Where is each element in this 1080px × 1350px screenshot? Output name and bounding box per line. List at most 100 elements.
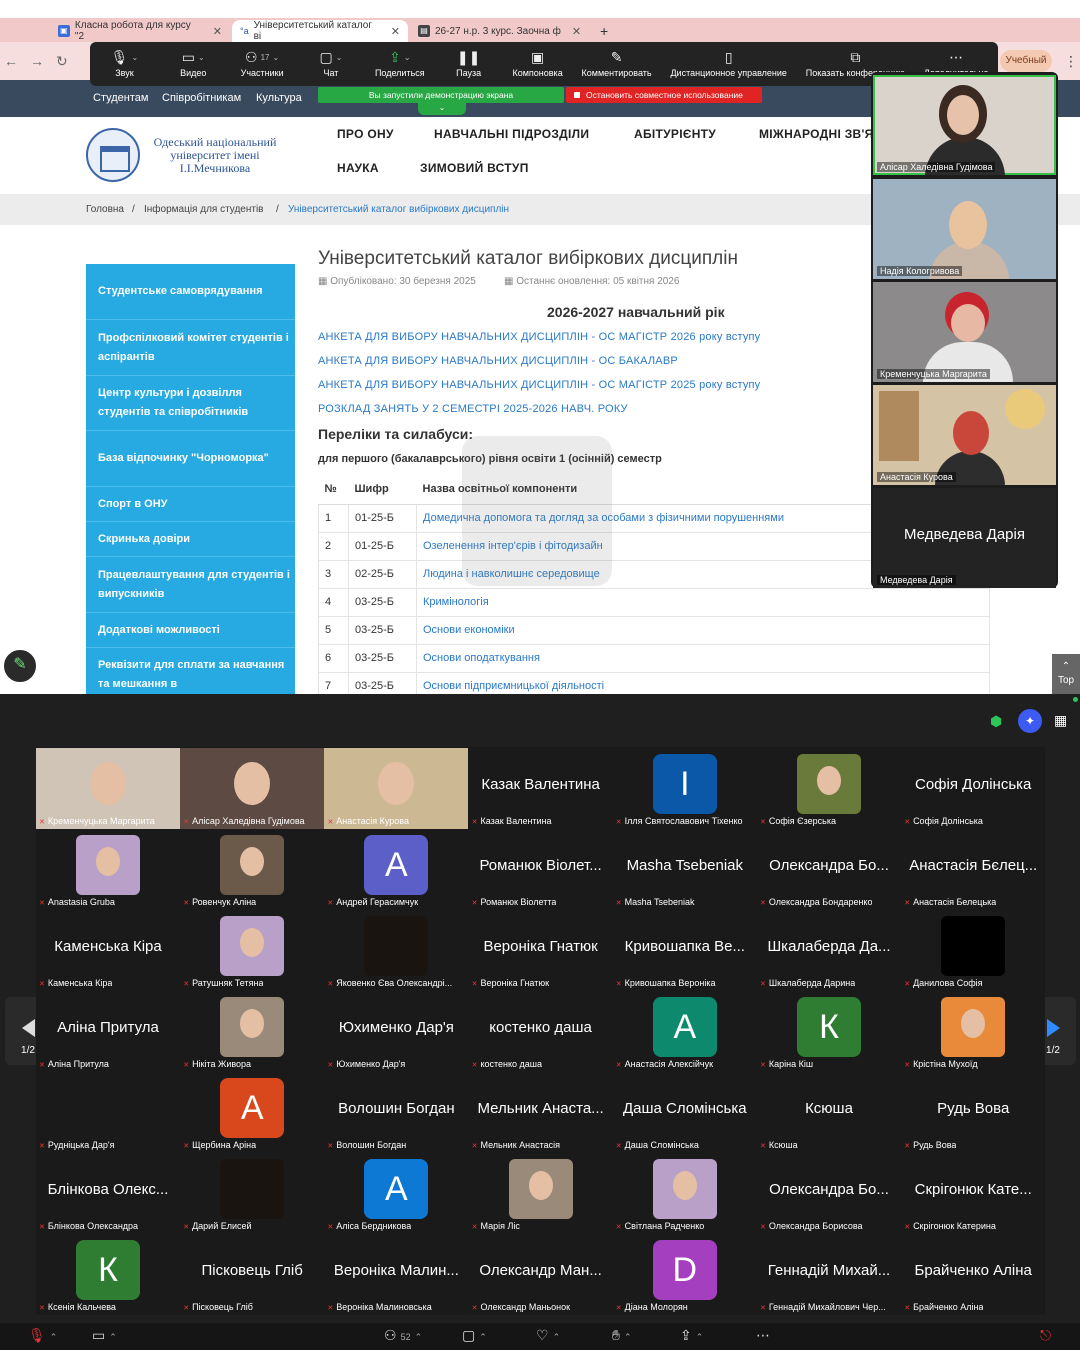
participant-tile[interactable]: Марія Ліс <box>468 1153 613 1234</box>
participant-tile[interactable]: К Ксенія Кальчева <box>36 1234 180 1315</box>
participant-tile[interactable]: костенко даша костенко даша <box>468 991 613 1072</box>
participant-tile[interactable]: Олександра Бо... Олександра Борисова <box>757 1153 901 1234</box>
participant-tile[interactable]: I Ілля Святославович Тіхенко <box>612 748 757 829</box>
survey-link[interactable]: АНКЕТА ДЛЯ ВИБОРУ НАВЧАЛЬНИХ ДИСЦИПЛІН -… <box>318 355 678 367</box>
participant-tile[interactable]: Рудь Вова Рудь Вова <box>901 1072 1046 1153</box>
browser-tab[interactable]: ▤ 26-27 н.р. 3 курс. Заочна ф ✕ <box>410 20 590 42</box>
chat-button[interactable]: ▢ ⌄ Чат <box>306 46 356 79</box>
participant-tile[interactable]: К Каріна Кіш <box>757 991 901 1072</box>
browser-tab[interactable]: ▣ Класна робота для курсу "2 ✕ <box>50 20 230 42</box>
grid-view-icon[interactable]: ▦ <box>1054 712 1067 729</box>
video-tile[interactable]: Медведева Дарія Медведева Дарія <box>873 488 1056 588</box>
participant-tile[interactable]: Anastasia Gruba <box>36 829 180 910</box>
back-icon[interactable]: ← <box>4 53 18 69</box>
discipline-link[interactable]: Основи підприємницької діяльності <box>416 672 990 694</box>
participant-tile[interactable]: Мельник Анаста... Мельник Анастасія <box>468 1072 613 1153</box>
video-tile[interactable]: Надія Кологривова <box>873 179 1056 279</box>
participant-tile[interactable]: Рудніцька Дар'я <box>36 1072 180 1153</box>
participant-tile[interactable]: Юхименко Дар'я Юхименко Дар'я <box>324 991 469 1072</box>
top-link[interactable]: Студентам <box>93 92 148 104</box>
participant-tile[interactable]: Волошин Богдан Волошин Богдан <box>324 1072 469 1153</box>
participant-tile[interactable]: Світлана Радченко <box>612 1153 757 1234</box>
participant-tile[interactable]: Пісковець Гліб Пісковець Гліб <box>180 1234 325 1315</box>
reload-icon[interactable]: ↻ <box>56 53 68 70</box>
camera-icon[interactable]: ▭ ⌃ <box>92 1327 117 1344</box>
participant-tile[interactable]: Вероніка Гнатюк Вероніка Гнатюк <box>468 910 613 991</box>
sidebar-item[interactable]: База відпочинку "Чорноморка" <box>86 431 295 487</box>
participant-tile[interactable]: Вероніка Малин... Вероніка Малиновська <box>324 1234 469 1315</box>
sidebar-item[interactable]: Реквізити для сплати за навчання та мешк… <box>86 648 295 694</box>
annotate-button[interactable]: ✎ Комментировать <box>582 46 652 79</box>
video-tile[interactable]: Алісар Халедівна Гудімова <box>873 75 1056 175</box>
sidebar-item[interactable]: Студентське самоврядування <box>86 264 295 320</box>
shield-icon[interactable]: ⬢ <box>990 713 1002 730</box>
chevron-down-icon[interactable]: ⌄ <box>418 103 466 115</box>
participant-tile[interactable]: Анастасія Курова <box>324 748 469 829</box>
audio-button[interactable]: 🎙︎ ⌄ Звук <box>99 46 149 79</box>
main-nav-item[interactable]: НАУКА <box>337 161 379 175</box>
sidebar-item[interactable]: Спорт в ОНУ <box>86 487 295 522</box>
participant-tile[interactable]: Masha Tsebeniak Masha Tsebeniak <box>612 829 757 910</box>
participant-tile[interactable]: Софія Долінська Софія Долінська <box>901 748 1046 829</box>
close-tab-icon[interactable]: ✕ <box>572 25 581 38</box>
participant-tile[interactable]: Анастасія Бєлец... Анастасія Белецька <box>901 829 1046 910</box>
participant-tile[interactable]: Скрігонюк Кате... Скрігонюк Катерина <box>901 1153 1046 1234</box>
annotate-pencil-icon[interactable]: ✎ <box>2 648 38 684</box>
sidebar-item[interactable]: Центр культури і дозвілля студентів та с… <box>86 376 295 431</box>
participant-tile[interactable]: Олександр Ман... Олександр Маньонок <box>468 1234 613 1315</box>
muted-microphone-icon[interactable]: 🎙︎ ⌃ <box>28 1327 57 1344</box>
discipline-link[interactable]: Кримінологія <box>416 588 990 617</box>
remote-control-button[interactable]: ▯ Дистанционное управление <box>670 46 786 79</box>
layout-button[interactable]: ▣ Компоновка <box>512 46 562 79</box>
participant-tile[interactable]: А Аліса Бердникова <box>324 1153 469 1234</box>
top-link[interactable]: Культура <box>256 92 302 104</box>
participant-tile[interactable]: Геннадій Михай... Геннадій Михайлович Чер… <box>757 1234 901 1315</box>
main-nav-item[interactable]: НАВЧАЛЬНІ ПІДРОЗДІЛИ <box>434 127 589 141</box>
participants-button[interactable]: ⚇ 52 ⌃ <box>384 1327 422 1344</box>
university-name[interactable]: Одеський національний університет імені … <box>142 136 288 175</box>
scroll-top-button[interactable]: ⌃ Top <box>1052 654 1080 694</box>
participant-tile[interactable]: Данилова Софія <box>901 910 1046 991</box>
participant-tile[interactable]: Олександра Бо... Олександра Бондаренко <box>757 829 901 910</box>
top-link[interactable]: Співробітникам <box>162 92 241 104</box>
raise-hand-icon[interactable]: ✋︎ ⌃ <box>612 1327 632 1344</box>
pause-button[interactable]: ❚❚ Пауза <box>444 46 494 79</box>
participant-tile[interactable]: Ровенчук Аліна <box>180 829 325 910</box>
participant-tile[interactable]: Кременчуцька Маргарита <box>36 748 180 829</box>
browser-tab-active[interactable]: °a Університетський каталог ві ✕ <box>232 20 408 42</box>
participant-tile[interactable]: Даша Сломінська Даша Сломінська <box>612 1072 757 1153</box>
breadcrumb-link[interactable]: Головна <box>86 204 124 215</box>
share-screen-icon[interactable]: ⇪ ⌃ <box>680 1327 703 1344</box>
close-tab-icon[interactable]: ✕ <box>391 25 400 38</box>
sidebar-item[interactable]: Скринька довіри <box>86 522 295 557</box>
reactions-icon[interactable]: ♡ ⌃ <box>536 1327 560 1344</box>
share-button[interactable]: ⇪ ⌄ Поделиться <box>375 46 425 79</box>
forward-icon[interactable]: → <box>30 53 44 69</box>
survey-link[interactable]: АНКЕТА ДЛЯ ВИБОРУ НАВЧАЛЬНИХ ДИСЦИПЛІН -… <box>318 331 760 343</box>
participant-tile[interactable]: Романюк Віолет... Романюк Віолетта <box>468 829 613 910</box>
sidebar-item[interactable]: Профспілковий комітет студентів і аспіра… <box>86 320 295 376</box>
participant-tile[interactable]: Блінкова Олекс... Блінкова Олександра <box>36 1153 180 1234</box>
participant-tile[interactable]: А Анастасія Алексійчук <box>612 991 757 1072</box>
ai-companion-icon[interactable]: ✦ <box>1018 709 1042 733</box>
participant-tile[interactable]: Аліна Притула Аліна Притула <box>36 991 180 1072</box>
participant-tile[interactable]: Алісар Халедівна Гудімова <box>180 748 325 829</box>
more-icon[interactable]: ⋯ <box>756 1327 770 1344</box>
schedule-link[interactable]: РОЗКЛАД ЗАНЯТЬ У 2 СЕМЕСТРІ 2025-2026 НА… <box>318 403 628 415</box>
stop-share-button[interactable]: Остановить совместное использование <box>566 87 762 103</box>
discipline-link[interactable]: Основи економіки <box>416 616 990 645</box>
main-nav-item[interactable]: ПРО ОНУ <box>337 127 394 141</box>
participant-tile[interactable]: Шкалаберда Да... Шкалаберда Дарина <box>757 910 901 991</box>
participant-tile[interactable]: D Діана Молорян <box>612 1234 757 1315</box>
participant-tile[interactable]: Кривошапка Ве... Кривошапка Вероніка <box>612 910 757 991</box>
participant-tile[interactable]: Ксюша Ксюша <box>757 1072 901 1153</box>
main-nav-item[interactable]: АБІТУРІЄНТУ <box>634 127 716 141</box>
sidebar-item[interactable]: Працевлаштування для студентів і випускн… <box>86 557 295 613</box>
main-nav-item[interactable]: ЗИМОВИЙ ВСТУП <box>420 161 529 175</box>
chat-icon[interactable]: ▢ ⌃ <box>462 1327 487 1344</box>
participant-tile[interactable]: Дарий Елисей <box>180 1153 325 1234</box>
leave-icon[interactable]: ⎋ <box>1040 1327 1051 1344</box>
university-logo[interactable] <box>86 128 140 182</box>
close-tab-icon[interactable]: ✕ <box>213 25 222 38</box>
survey-link[interactable]: АНКЕТА ДЛЯ ВИБОРУ НАВЧАЛЬНИХ ДИСЦИПЛІН -… <box>318 379 760 391</box>
